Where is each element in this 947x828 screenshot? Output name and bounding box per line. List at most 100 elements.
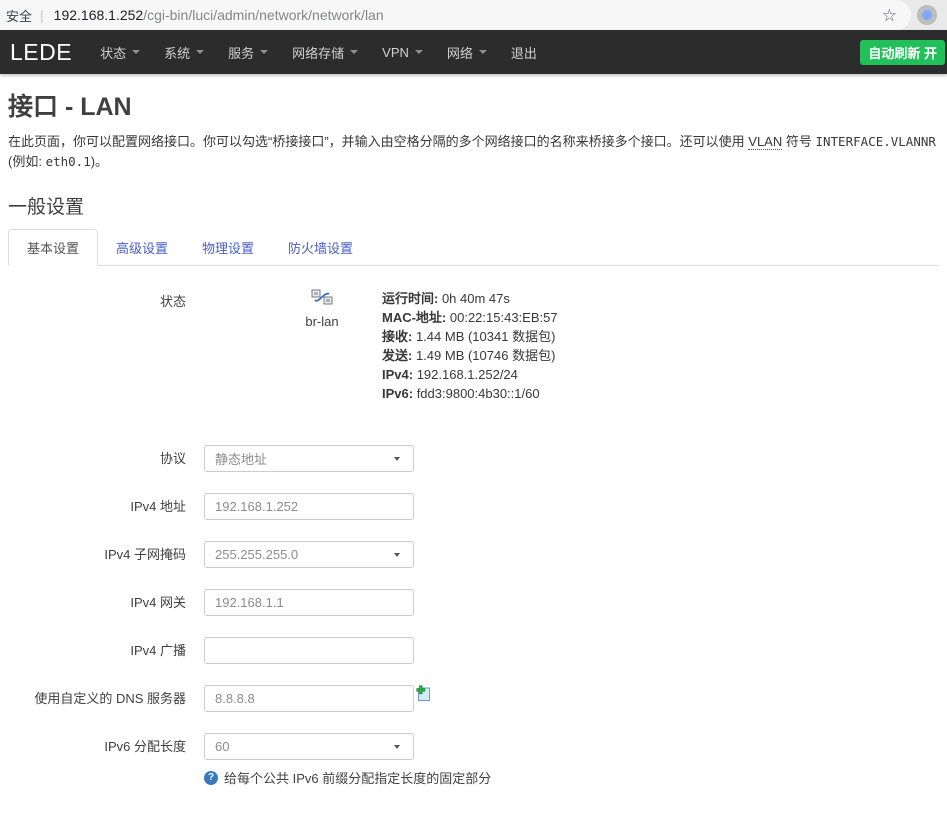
stat-label: MAC-地址: bbox=[382, 310, 446, 325]
description-text: 在此页面，你可以配置网络接口。你可以勾选“桥接接口”，并输入由空格分隔的多个网络… bbox=[8, 134, 748, 149]
settings-tabs: 基本设置 高级设置 物理设置 防火墙设置 bbox=[8, 229, 939, 266]
browser-toolbar: 安全 | 192.168.1.252/cgi-bin/luci/admin/ne… bbox=[0, 0, 947, 30]
status-field: br-lan 运行时间: 0h 40m 47s MAC-地址: 00:22:15… bbox=[204, 289, 558, 403]
ipv4-netmask-select[interactable]: 255.255.255.0 bbox=[204, 541, 414, 568]
chevron-down-icon bbox=[479, 50, 487, 54]
tab-physical-settings[interactable]: 物理设置 bbox=[186, 230, 270, 265]
chevron-down-icon bbox=[260, 50, 268, 54]
stat-label: 运行时间: bbox=[382, 291, 438, 306]
device-name: br-lan bbox=[305, 314, 338, 329]
security-indicator[interactable]: 安全 bbox=[6, 6, 32, 25]
chevron-down-icon bbox=[415, 50, 423, 54]
chevron-down-icon bbox=[196, 50, 204, 54]
select-arrow-icon bbox=[394, 745, 400, 749]
brand-logo[interactable]: LEDE bbox=[10, 39, 72, 66]
description-text: 符号 bbox=[782, 134, 815, 149]
nav-menu-nas-label: 网络存储 bbox=[292, 43, 344, 62]
ipv4-address-input[interactable] bbox=[204, 493, 414, 520]
nav-logout-label: 退出 bbox=[511, 43, 537, 62]
stat-label: IPv6: bbox=[382, 386, 413, 401]
section-title: 一般设置 bbox=[8, 192, 939, 219]
vlan-abbr: VLAN bbox=[748, 134, 782, 150]
page-description: 在此页面，你可以配置网络接口。你可以勾选“桥接接口”，并输入由空格分隔的多个网络… bbox=[8, 132, 939, 172]
nav-menu-status[interactable]: 状态 bbox=[88, 30, 152, 74]
interface-vlannr-code: INTERFACE.VLANNR bbox=[815, 134, 935, 149]
nav-menu-system-label: 系统 bbox=[164, 43, 190, 62]
custom-dns-input[interactable] bbox=[204, 685, 414, 712]
help-text: 给每个公共 IPv6 前缀分配指定长度的固定部分 bbox=[224, 768, 491, 787]
nav-menu-status-label: 状态 bbox=[100, 43, 126, 62]
stat-label: 发送: bbox=[382, 348, 412, 363]
status-line-rx: 接收: 1.44 MB (10341 数据包) bbox=[382, 327, 558, 346]
ipv6-assignment-help: ? 给每个公共 IPv6 前缀分配指定长度的固定部分 bbox=[204, 768, 491, 787]
tab-general-settings[interactable]: 基本设置 bbox=[8, 229, 98, 266]
description-text: (例如: bbox=[8, 154, 46, 169]
stat-value: 00:22:15:43:EB:57 bbox=[446, 310, 557, 325]
status-details: 运行时间: 0h 40m 47s MAC-地址: 00:22:15:43:EB:… bbox=[382, 289, 558, 403]
stat-value: 192.168.1.252/24 bbox=[413, 367, 518, 382]
address-bar-separator: | bbox=[40, 7, 44, 23]
nav-menu-system[interactable]: 系统 bbox=[152, 30, 216, 74]
chevron-down-icon bbox=[132, 50, 140, 54]
app-navbar: LEDE 状态 系统 服务 网络存储 VPN 网络 退出 自动刷新 开 bbox=[0, 30, 947, 74]
ipv6-assignment-select[interactable]: 60 bbox=[204, 733, 414, 760]
bookmark-star-icon[interactable]: ☆ bbox=[882, 7, 897, 24]
interface-device: br-lan bbox=[292, 289, 352, 329]
status-line-mac: MAC-地址: 00:22:15:43:EB:57 bbox=[382, 308, 558, 327]
stat-label: IPv4: bbox=[382, 367, 413, 382]
custom-dns-label: 使用自定义的 DNS 服务器 bbox=[8, 691, 186, 707]
page-content: 接口 - LAN 在此页面，你可以配置网络接口。你可以勾选“桥接接口”，并输入由… bbox=[0, 74, 947, 828]
page-url: 192.168.1.252/cgi-bin/luci/admin/network… bbox=[54, 7, 384, 23]
ipv6-assignment-selected-value: 60 bbox=[215, 739, 229, 754]
ipv4-address-label: IPv4 地址 bbox=[8, 499, 186, 515]
ipv4-gateway-label: IPv4 网关 bbox=[8, 595, 186, 611]
address-bar[interactable]: 安全 | 192.168.1.252/cgi-bin/luci/admin/ne… bbox=[0, 0, 911, 30]
status-label: 状态 bbox=[8, 289, 186, 310]
nav-menu-services-label: 服务 bbox=[228, 43, 254, 62]
status-line-uptime: 运行时间: 0h 40m 47s bbox=[382, 289, 558, 308]
select-arrow-icon bbox=[394, 553, 400, 557]
eth0-example-code: eth0.1 bbox=[46, 154, 91, 169]
nav-menu-network[interactable]: 网络 bbox=[435, 30, 499, 74]
auto-refresh-toggle[interactable]: 自动刷新 开 bbox=[860, 40, 945, 65]
nav-logout[interactable]: 退出 bbox=[499, 30, 549, 74]
protocol-selected-value: 静态地址 bbox=[215, 449, 267, 468]
status-line-ipv6: IPv6: fdd3:9800:4b30::1/60 bbox=[382, 384, 558, 403]
status-row: 状态 br-lan 运行时间: 0h 40m 47s MAC-地址: 00:22… bbox=[8, 289, 939, 403]
avatar-dot-icon bbox=[922, 10, 932, 20]
bridge-interface-icon bbox=[311, 289, 333, 305]
stat-value: 1.49 MB (10746 数据包) bbox=[412, 348, 555, 363]
chevron-down-icon bbox=[350, 50, 358, 54]
ipv4-gateway-row: IPv4 网关 bbox=[8, 589, 939, 616]
stat-value: 0h 40m 47s bbox=[438, 291, 510, 306]
tab-firewall-settings[interactable]: 防火墙设置 bbox=[272, 230, 369, 265]
nav-menu-services[interactable]: 服务 bbox=[216, 30, 280, 74]
protocol-row: 协议 静态地址 bbox=[8, 445, 939, 472]
status-line-tx: 发送: 1.49 MB (10746 数据包) bbox=[382, 346, 558, 365]
protocol-select[interactable]: 静态地址 bbox=[204, 445, 414, 472]
ipv4-gateway-input[interactable] bbox=[204, 589, 414, 616]
ipv4-broadcast-input[interactable] bbox=[204, 637, 414, 664]
ipv4-address-row: IPv4 地址 bbox=[8, 493, 939, 520]
add-entry-icon[interactable] bbox=[416, 685, 433, 702]
url-path: /cgi-bin/luci/admin/network/network/lan bbox=[143, 7, 383, 23]
protocol-label: 协议 bbox=[8, 451, 186, 467]
description-text: )。 bbox=[91, 154, 108, 169]
ipv4-broadcast-label: IPv4 广播 bbox=[8, 643, 186, 659]
nav-menu-vpn[interactable]: VPN bbox=[370, 30, 435, 74]
select-arrow-icon bbox=[394, 457, 400, 461]
status-line-ipv4: IPv4: 192.168.1.252/24 bbox=[382, 365, 558, 384]
ipv4-broadcast-row: IPv4 广播 bbox=[8, 637, 939, 664]
stat-label: 接收: bbox=[382, 329, 412, 344]
page-title: 接口 - LAN bbox=[8, 87, 939, 123]
nav-menu-nas[interactable]: 网络存储 bbox=[280, 30, 370, 74]
ipv6-assignment-label: IPv6 分配长度 bbox=[8, 733, 186, 755]
ipv4-netmask-selected-value: 255.255.255.0 bbox=[215, 547, 298, 562]
tab-advanced-settings[interactable]: 高级设置 bbox=[100, 230, 184, 265]
ipv4-netmask-row: IPv4 子网掩码 255.255.255.0 bbox=[8, 541, 939, 568]
stat-value: 1.44 MB (10341 数据包) bbox=[412, 329, 555, 344]
browser-profile-avatar[interactable] bbox=[917, 5, 937, 25]
nav-menu-vpn-label: VPN bbox=[382, 45, 409, 60]
help-icon: ? bbox=[204, 771, 218, 785]
custom-dns-row: 使用自定义的 DNS 服务器 bbox=[8, 685, 939, 712]
